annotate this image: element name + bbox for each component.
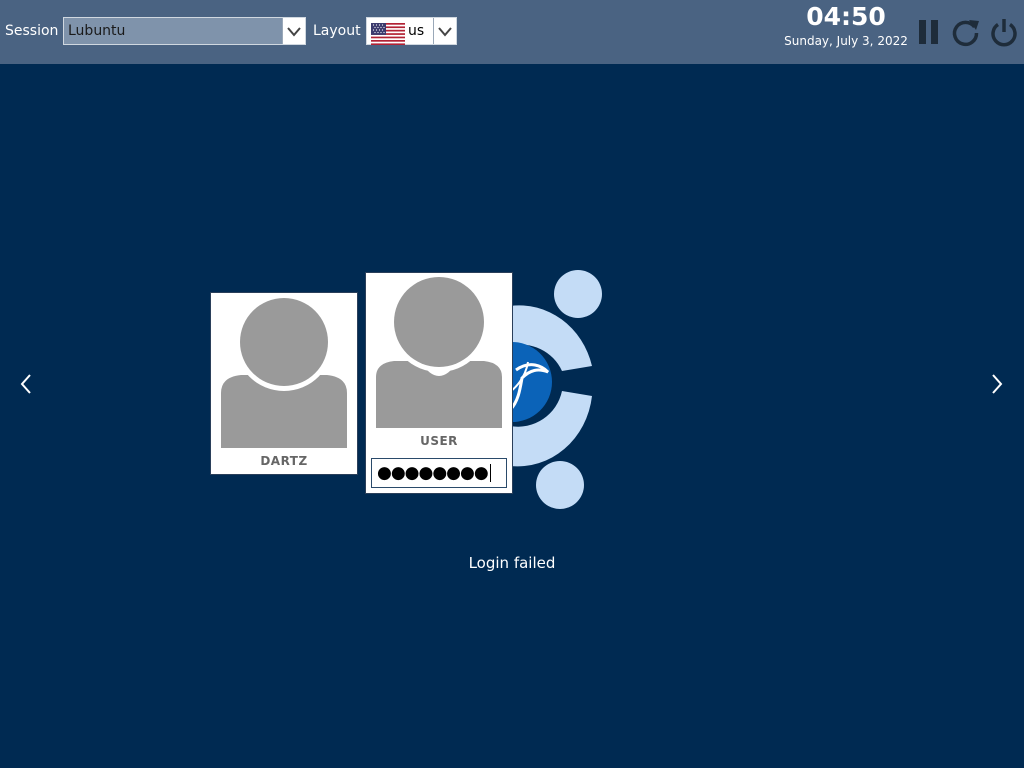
- chevron-left-icon[interactable]: [16, 372, 36, 396]
- avatar: [221, 293, 347, 448]
- clock: 04:50: [806, 2, 886, 31]
- session-label: Session: [5, 23, 59, 39]
- pause-icon[interactable]: [915, 16, 943, 48]
- avatar: [376, 273, 502, 428]
- status-message: Login failed: [468, 554, 556, 572]
- top-bar: Session Lubuntu Layout us 04:50 Sunday, …: [0, 0, 1024, 64]
- password-input[interactable]: ●●●●●●●●: [371, 458, 507, 488]
- date: Sunday, July 3, 2022: [784, 34, 908, 48]
- restart-icon[interactable]: [950, 16, 982, 48]
- layout-label: Layout: [313, 23, 361, 39]
- chevron-down-icon[interactable]: [282, 18, 305, 44]
- chevron-right-icon[interactable]: [987, 372, 1007, 396]
- power-icon[interactable]: [988, 16, 1020, 48]
- chevron-down-icon[interactable]: [433, 18, 456, 44]
- user-name: DARTZ: [260, 454, 308, 468]
- text-cursor: [489, 464, 491, 482]
- user-name: USER: [420, 434, 458, 448]
- layout-value: us: [408, 23, 425, 39]
- layout-select[interactable]: us: [366, 17, 457, 45]
- user-card-user[interactable]: USER ●●●●●●●●: [365, 272, 513, 494]
- user-card-dartz[interactable]: DARTZ: [210, 292, 358, 475]
- session-select[interactable]: Lubuntu: [63, 17, 306, 45]
- us-flag-icon: [371, 23, 405, 49]
- password-value: ●●●●●●●●: [377, 462, 491, 484]
- session-value: Lubuntu: [68, 23, 126, 39]
